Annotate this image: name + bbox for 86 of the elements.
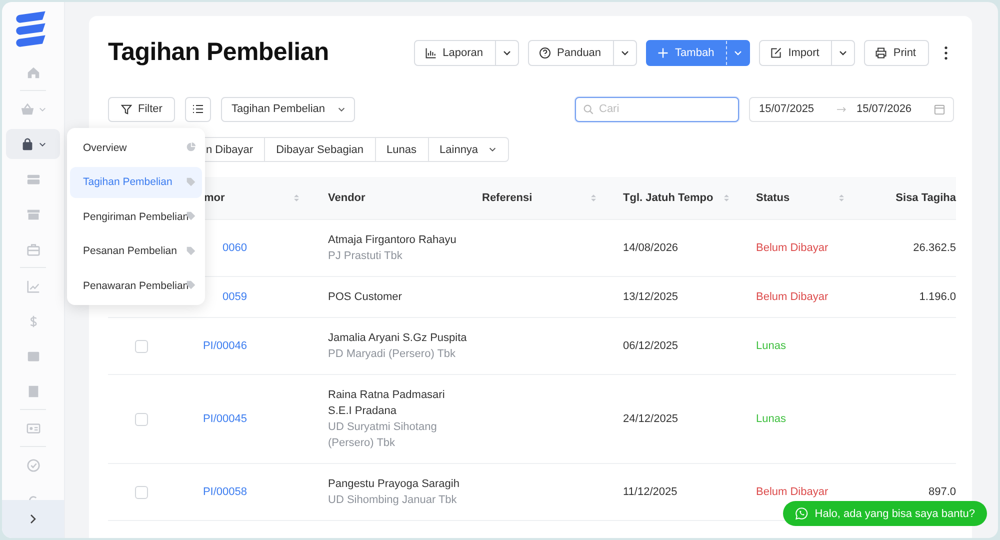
sort-icon[interactable] [590,193,597,203]
column-header: Tgl. Jatuh Tempo [623,191,714,206]
table-cell-text: 06/12/2025 [623,339,678,354]
help-icon [539,46,551,58]
sort-icon[interactable] [723,193,730,203]
column-header: Sisa Tagiha [896,191,956,206]
chevron-down-icon [39,106,46,112]
row-checkbox[interactable] [135,412,148,426]
filter-icon [121,104,132,114]
edit-icon [770,46,782,58]
sort-icon[interactable] [838,193,845,203]
more-icon[interactable] [944,46,948,60]
tag-icon [186,176,196,186]
table-cell-text: 14/08/2026 [623,241,678,256]
expand-sidebar-button[interactable] [2,500,64,538]
table-cell-text: 897.0 [928,485,956,500]
sort-icon[interactable] [293,193,300,203]
status-label: Belum Dibayar [756,485,828,500]
invoice-link[interactable]: PI/00058 [187,484,247,500]
vendor-company: UD Suryatmi Sihotang (Persero) Tbk [328,420,438,451]
split-button[interactable]: Panduan [528,40,638,66]
vendor-name: Atmaja Firgantoro Rahayu [328,233,456,248]
tag-icon [186,246,196,256]
status-tab[interactable]: Dibayar Sebagian [265,137,376,162]
invoice-link[interactable]: PI/00046 [187,338,247,354]
menu-item[interactable]: Penawaran Pembelian [70,270,202,301]
row-checkbox[interactable] [135,486,148,498]
chart-icon [26,278,40,294]
chart-icon [424,46,437,58]
basket-icon [20,102,35,116]
list-icon [192,103,204,115]
menu-item[interactable]: Pengiriman Pembelian [70,201,202,232]
briefcase-icon [26,242,40,256]
vendor-company: PD Maryadi (Persero) Tbk [328,347,456,362]
status-tab[interactable]: Lainnya [428,137,510,162]
arrow-right-icon [836,106,846,112]
status-label: Belum Dibayar [756,290,828,305]
calendar-icon [934,104,945,114]
status-label: Belum Dibayar [756,241,828,256]
table-cell-text: 26.362.5 [913,241,956,256]
table-cell-text: 13/12/2025 [623,290,678,305]
pie-chart-icon [186,142,196,152]
printer-icon [875,46,888,58]
row-checkbox[interactable] [135,340,148,352]
tag-icon [186,280,196,290]
plus-icon [657,46,670,58]
chevron-right-icon [28,514,38,524]
view-select[interactable]: Tagihan Pembelian [221,96,356,122]
search-field[interactable]: Cari [575,96,739,122]
toolbar-button[interactable]: Print [864,40,929,66]
chevron-down-icon [39,140,46,148]
bag-icon [20,136,35,152]
table-cell-text: 24/12/2025 [623,412,678,427]
split-button[interactable]: Tambah [646,40,750,66]
column-header: mor [204,191,225,206]
table-cell-text: 11/12/2025 [623,485,678,500]
column-header: Referensi [482,191,532,206]
table-cell-text: 1.196.0 [919,290,956,305]
vendor-name: Raina Ratna Padmasari S.E.I Pradana [328,388,446,419]
list-view-button[interactable] [185,96,212,122]
vendor-name: POS Customer [328,290,402,305]
menu-item[interactable]: Tagihan Pembelian [70,166,202,198]
status-label: Lunas [756,412,786,427]
status-tab[interactable]: Lunas [376,137,429,162]
check-icon [26,458,40,472]
split-button[interactable]: Laporan [414,40,519,66]
tag-icon [186,211,196,221]
vendor-name: Pangestu Prayoga Saragih [328,477,460,492]
split-button[interactable]: Import [759,40,856,66]
menu-item[interactable]: Pesanan Pembelian [70,236,202,266]
date-range-field[interactable]: 15/07/2025 15/07/2026 [749,96,954,122]
nav-item[interactable] [6,129,60,159]
filter-button[interactable]: Filter [108,96,176,122]
column-header: Vendor [328,191,366,206]
vendor-company: PJ Prastuti Tbk [328,249,402,264]
home-icon [26,64,40,80]
idcard-icon [26,420,40,436]
invoice-link[interactable]: PI/00045 [187,411,247,427]
column-header: Status [756,191,790,206]
chat-icon [794,507,808,520]
page-title: Tagihan Pembelian [108,38,329,67]
caret-icon [488,145,498,154]
status-label: Lunas [756,339,786,354]
vendor-company: UD Sihombing Januar Tbk [328,493,457,508]
vendor-name: Jamalia Aryani S.Gz Puspita [328,331,467,346]
search-icon [583,104,594,114]
